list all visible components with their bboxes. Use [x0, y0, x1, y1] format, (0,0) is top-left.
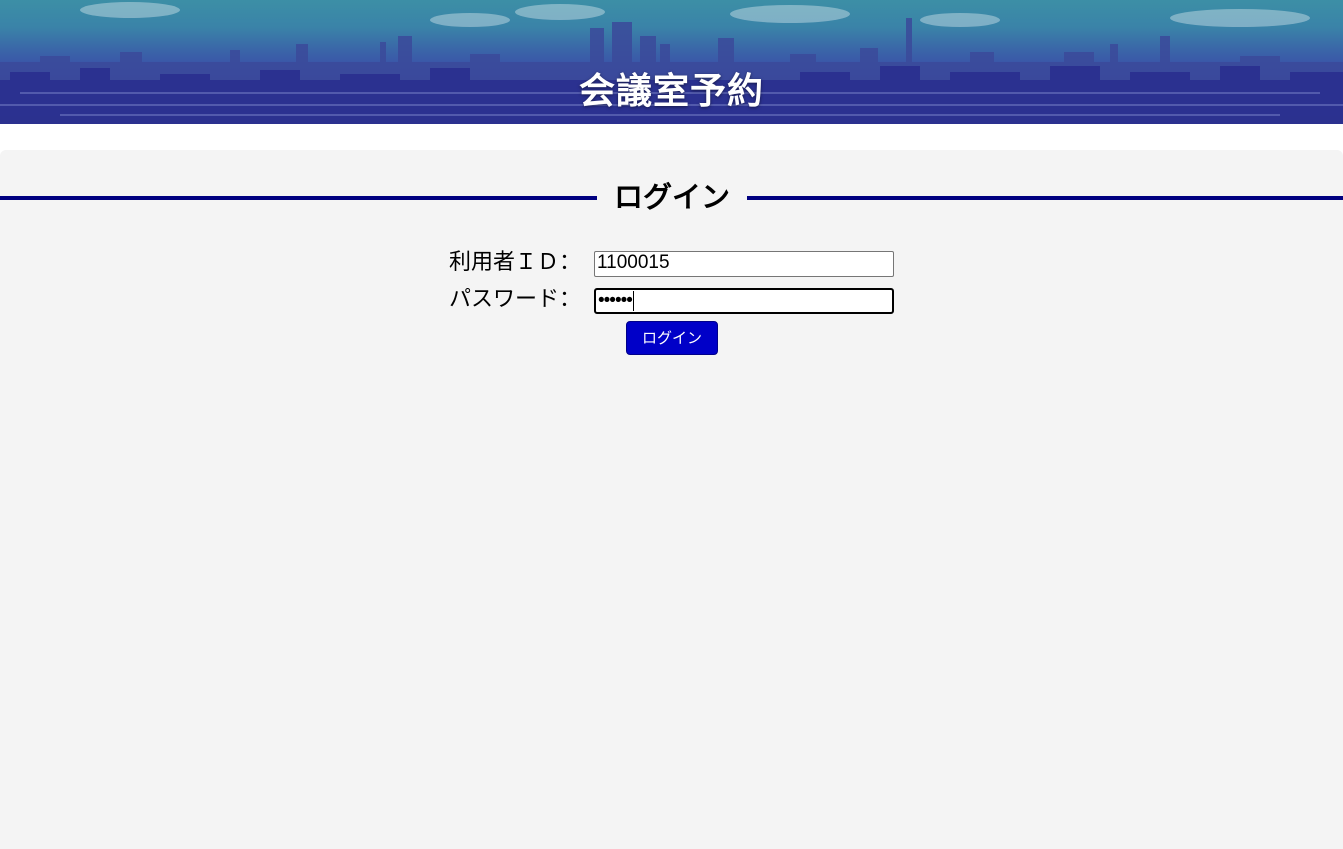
password-value: ••••••: [598, 290, 633, 311]
password-label: パスワード：: [449, 287, 582, 312]
user-id-input[interactable]: 1100015: [594, 251, 894, 277]
password-input[interactable]: ••••••: [594, 288, 894, 314]
header-banner: 会議室予約: [0, 0, 1343, 124]
user-id-value: 1100015: [597, 252, 670, 273]
login-section-heading: ログイン: [0, 176, 1343, 218]
page-title: 会議室予約: [578, 71, 764, 112]
user-id-label: 利用者ＩＤ：: [449, 250, 582, 275]
heading-rule-right: [747, 196, 1343, 200]
heading-rule-left: [0, 196, 597, 200]
text-caret: [632, 290, 634, 311]
login-heading: ログイン: [613, 180, 730, 214]
login-button[interactable]: ログイン: [626, 321, 718, 355]
